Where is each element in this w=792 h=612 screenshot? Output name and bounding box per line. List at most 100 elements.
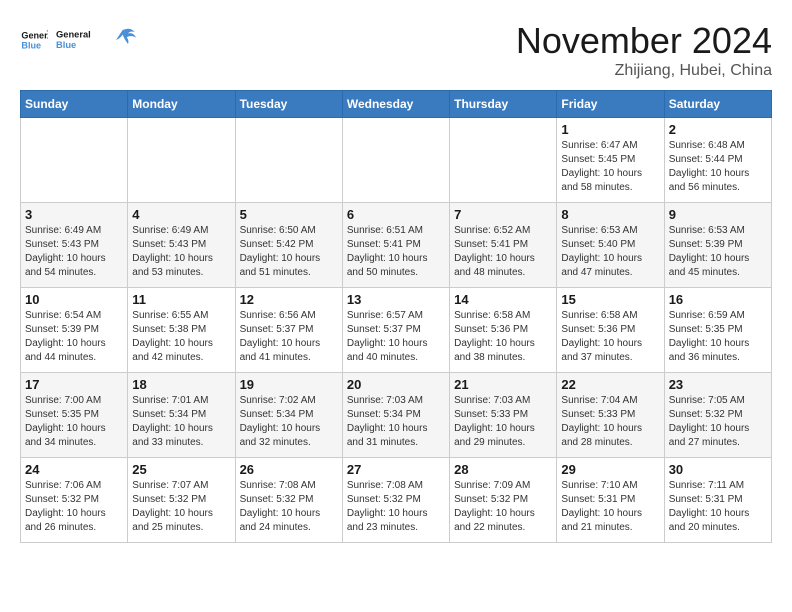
day-info: Sunrise: 6:53 AM Sunset: 5:40 PM Dayligh… xyxy=(561,224,659,280)
calendar-cell: 14Sunrise: 6:58 AM Sunset: 5:36 PM Dayli… xyxy=(450,288,557,373)
day-number: 1 xyxy=(561,122,659,137)
calendar-cell: 26Sunrise: 7:08 AM Sunset: 5:32 PM Dayli… xyxy=(235,458,342,543)
day-info: Sunrise: 7:03 AM Sunset: 5:33 PM Dayligh… xyxy=(454,394,552,450)
logo-icon: General Blue xyxy=(20,26,48,54)
day-info: Sunrise: 6:59 AM Sunset: 5:35 PM Dayligh… xyxy=(669,309,767,365)
calendar-cell xyxy=(128,118,235,203)
day-info: Sunrise: 7:02 AM Sunset: 5:34 PM Dayligh… xyxy=(240,394,338,450)
calendar-cell: 19 Sunrise: 7:02 AM Sunset: 5:34 PM Dayli… xyxy=(235,373,342,458)
calendar-cell: 21 Sunrise: 7:03 AM Sunset: 5:33 PM Dayli… xyxy=(450,373,557,458)
day-number: 8 xyxy=(561,207,659,222)
logo: General Blue General Blue xyxy=(20,20,136,60)
logo-bird-icon: General Blue xyxy=(56,20,136,60)
calendar-cell: 12Sunrise: 6:56 AM Sunset: 5:37 PM Dayli… xyxy=(235,288,342,373)
day-number: 29 xyxy=(561,462,659,477)
day-info: Sunrise: 7:09 AM Sunset: 5:32 PM Dayligh… xyxy=(454,479,552,535)
day-info: Sunrise: 6:50 AM Sunset: 5:42 PM Dayligh… xyxy=(240,224,338,280)
page-header: General Blue General Blue November 2024 … xyxy=(20,20,772,80)
calendar-cell: 24 Sunrise: 7:06 AM Sunset: 5:32 PM Dayli… xyxy=(21,458,128,543)
day-info: Sunrise: 7:04 AM Sunset: 5:33 PM Dayligh… xyxy=(561,394,659,450)
day-number: 27 xyxy=(347,462,445,477)
day-number: 14 xyxy=(454,292,552,307)
day-number: 11 xyxy=(132,292,230,307)
day-info: Sunrise: 6:54 AM Sunset: 5:39 PM Dayligh… xyxy=(25,309,123,365)
calendar-cell: 29 Sunrise: 7:10 AM Sunset: 5:31 PM Dayli… xyxy=(557,458,664,543)
day-info: Sunrise: 7:08 AM Sunset: 5:32 PM Dayligh… xyxy=(347,479,445,535)
svg-text:General: General xyxy=(21,31,48,41)
calendar-cell: 9 Sunrise: 6:53 AM Sunset: 5:39 PM Daylig… xyxy=(664,203,771,288)
day-number: 2 xyxy=(669,122,767,137)
calendar-cell: 8 Sunrise: 6:53 AM Sunset: 5:40 PM Daylig… xyxy=(557,203,664,288)
calendar-table: SundayMondayTuesdayWednesdayThursdayFrid… xyxy=(20,90,772,543)
calendar-week-row: 10 Sunrise: 6:54 AM Sunset: 5:39 PM Dayli… xyxy=(21,288,772,373)
calendar-cell xyxy=(21,118,128,203)
calendar-cell: 2 Sunrise: 6:48 AM Sunset: 5:44 PM Daylig… xyxy=(664,118,771,203)
day-number: 24 xyxy=(25,462,123,477)
day-info: Sunrise: 7:00 AM Sunset: 5:35 PM Dayligh… xyxy=(25,394,123,450)
day-info: Sunrise: 6:53 AM Sunset: 5:39 PM Dayligh… xyxy=(669,224,767,280)
calendar-week-row: 24 Sunrise: 7:06 AM Sunset: 5:32 PM Dayli… xyxy=(21,458,772,543)
day-number: 5 xyxy=(240,207,338,222)
calendar-cell: 30Sunrise: 7:11 AM Sunset: 5:31 PM Dayli… xyxy=(664,458,771,543)
calendar-cell: 23Sunrise: 7:05 AM Sunset: 5:32 PM Dayli… xyxy=(664,373,771,458)
day-number: 15 xyxy=(561,292,659,307)
weekday-header: Saturday xyxy=(664,91,771,118)
day-info: Sunrise: 7:06 AM Sunset: 5:32 PM Dayligh… xyxy=(25,479,123,535)
svg-text:Blue: Blue xyxy=(56,40,76,50)
calendar-cell xyxy=(450,118,557,203)
calendar-cell: 16 Sunrise: 6:59 AM Sunset: 5:35 PM Dayli… xyxy=(664,288,771,373)
calendar-cell: 27 Sunrise: 7:08 AM Sunset: 5:32 PM Dayli… xyxy=(342,458,449,543)
day-number: 21 xyxy=(454,377,552,392)
day-info: Sunrise: 6:48 AM Sunset: 5:44 PM Dayligh… xyxy=(669,139,767,195)
calendar-cell: 4 Sunrise: 6:49 AM Sunset: 5:43 PM Daylig… xyxy=(128,203,235,288)
calendar-cell: 25Sunrise: 7:07 AM Sunset: 5:32 PM Dayli… xyxy=(128,458,235,543)
calendar-week-row: 1 Sunrise: 6:47 AM Sunset: 5:45 PM Daylig… xyxy=(21,118,772,203)
calendar-cell: 3 Sunrise: 6:49 AM Sunset: 5:43 PM Daylig… xyxy=(21,203,128,288)
day-info: Sunrise: 6:49 AM Sunset: 5:43 PM Dayligh… xyxy=(25,224,123,280)
day-number: 23 xyxy=(669,377,767,392)
calendar-week-row: 17 Sunrise: 7:00 AM Sunset: 5:35 PM Dayli… xyxy=(21,373,772,458)
day-number: 4 xyxy=(132,207,230,222)
location-title: Zhijiang, Hubei, China xyxy=(516,62,772,80)
day-number: 16 xyxy=(669,292,767,307)
calendar-cell xyxy=(342,118,449,203)
weekday-header: Friday xyxy=(557,91,664,118)
calendar-cell: 17 Sunrise: 7:00 AM Sunset: 5:35 PM Dayli… xyxy=(21,373,128,458)
title-section: November 2024 Zhijiang, Hubei, China xyxy=(516,20,772,80)
day-number: 6 xyxy=(347,207,445,222)
weekday-header: Thursday xyxy=(450,91,557,118)
weekday-header: Tuesday xyxy=(235,91,342,118)
day-info: Sunrise: 7:01 AM Sunset: 5:34 PM Dayligh… xyxy=(132,394,230,450)
day-number: 28 xyxy=(454,462,552,477)
month-title: November 2024 xyxy=(516,20,772,62)
calendar-cell: 15 Sunrise: 6:58 AM Sunset: 5:36 PM Dayli… xyxy=(557,288,664,373)
day-info: Sunrise: 6:56 AM Sunset: 5:37 PM Dayligh… xyxy=(240,309,338,365)
day-number: 17 xyxy=(25,377,123,392)
day-number: 13 xyxy=(347,292,445,307)
day-number: 10 xyxy=(25,292,123,307)
calendar-cell: 5 Sunrise: 6:50 AM Sunset: 5:42 PM Daylig… xyxy=(235,203,342,288)
day-number: 30 xyxy=(669,462,767,477)
calendar-cell: 6Sunrise: 6:51 AM Sunset: 5:41 PM Daylig… xyxy=(342,203,449,288)
day-info: Sunrise: 6:58 AM Sunset: 5:36 PM Dayligh… xyxy=(561,309,659,365)
weekday-header: Monday xyxy=(128,91,235,118)
day-info: Sunrise: 7:03 AM Sunset: 5:34 PM Dayligh… xyxy=(347,394,445,450)
day-number: 22 xyxy=(561,377,659,392)
day-number: 26 xyxy=(240,462,338,477)
weekday-header: Sunday xyxy=(21,91,128,118)
day-number: 19 xyxy=(240,377,338,392)
day-number: 9 xyxy=(669,207,767,222)
calendar-cell: 7Sunrise: 6:52 AM Sunset: 5:41 PM Daylig… xyxy=(450,203,557,288)
weekday-header: Wednesday xyxy=(342,91,449,118)
calendar-cell: 1 Sunrise: 6:47 AM Sunset: 5:45 PM Daylig… xyxy=(557,118,664,203)
day-number: 3 xyxy=(25,207,123,222)
day-info: Sunrise: 7:10 AM Sunset: 5:31 PM Dayligh… xyxy=(561,479,659,535)
day-number: 20 xyxy=(347,377,445,392)
day-info: Sunrise: 6:49 AM Sunset: 5:43 PM Dayligh… xyxy=(132,224,230,280)
calendar-cell: 22 Sunrise: 7:04 AM Sunset: 5:33 PM Dayli… xyxy=(557,373,664,458)
weekday-header-row: SundayMondayTuesdayWednesdayThursdayFrid… xyxy=(21,91,772,118)
day-info: Sunrise: 6:55 AM Sunset: 5:38 PM Dayligh… xyxy=(132,309,230,365)
day-number: 7 xyxy=(454,207,552,222)
day-info: Sunrise: 6:47 AM Sunset: 5:45 PM Dayligh… xyxy=(561,139,659,195)
calendar-cell: 11 Sunrise: 6:55 AM Sunset: 5:38 PM Dayli… xyxy=(128,288,235,373)
